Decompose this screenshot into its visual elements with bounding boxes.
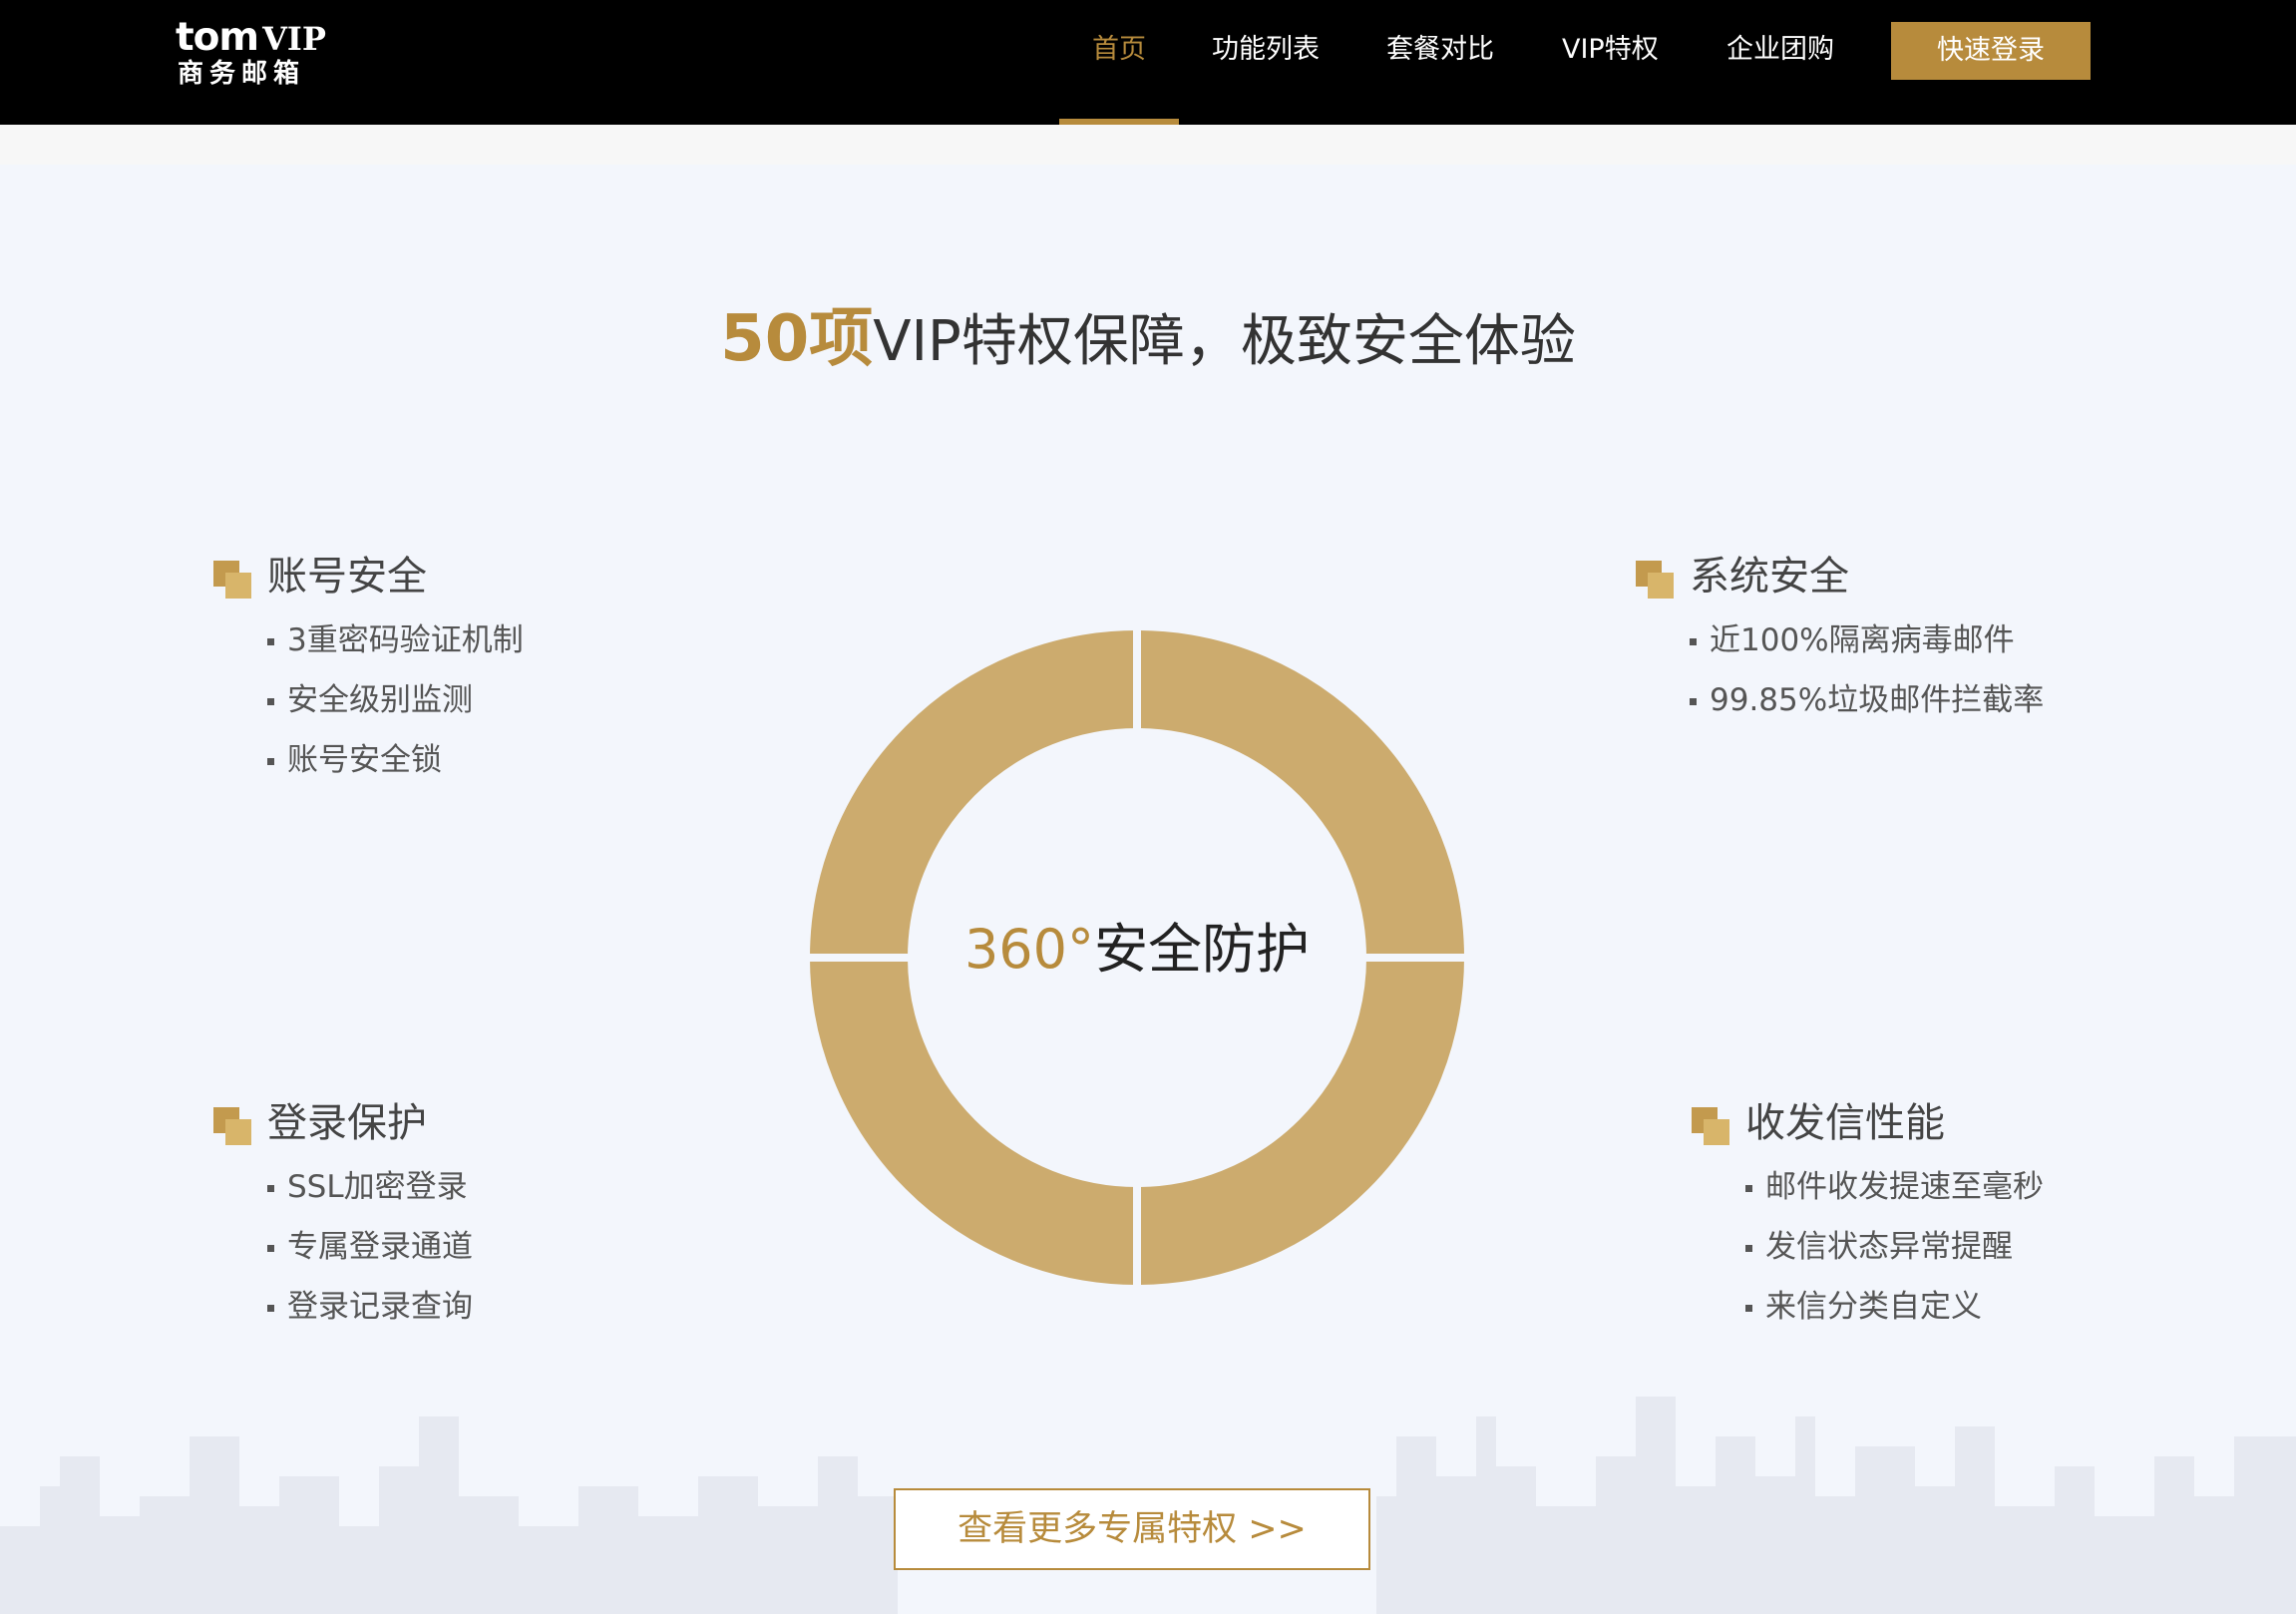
feature-login-protection: 登录保护 SSL加密登录 专属登录通道 登录记录查询 — [213, 1093, 473, 1337]
nav-feature-list[interactable]: 功能列表 — [1212, 0, 1320, 100]
logo-vip: VIP — [262, 20, 326, 58]
feature-account-security: 账号安全 3重密码验证机制 安全级别监测 账号安全锁 — [213, 547, 524, 790]
nav-plan-compare[interactable]: 套餐对比 — [1386, 0, 1494, 100]
feature-mail-performance: 收发信性能 邮件收发提速至毫秒 发信状态异常提醒 来信分类自定义 — [1692, 1093, 2044, 1337]
feature-title: 系统安全 — [1690, 554, 1849, 600]
feature-heading: 账号安全 — [213, 547, 524, 606]
nav-enterprise-group[interactable]: 企业团购 — [1726, 0, 1834, 100]
list-item: 近100%隔离病毒邮件 — [1690, 610, 2044, 670]
feature-title: 账号安全 — [267, 554, 427, 600]
stacked-squares-icon — [213, 561, 251, 599]
stacked-squares-icon — [1692, 1107, 1729, 1145]
list-item: 账号安全锁 — [267, 730, 524, 790]
list-item: 99.85%垃圾邮件拦截率 — [1690, 670, 2044, 730]
list-item: 来信分类自定义 — [1745, 1277, 2044, 1337]
list-item: 专属登录通道 — [267, 1217, 473, 1277]
list-item: 发信状态异常提醒 — [1745, 1217, 2044, 1277]
title-accent: 50项 — [720, 302, 874, 376]
quick-login-button[interactable]: 快速登录 — [1891, 22, 2091, 80]
feature-list: 3重密码验证机制 安全级别监测 账号安全锁 — [267, 610, 524, 790]
feature-title: 收发信性能 — [1745, 1100, 1945, 1146]
feature-heading: 登录保护 — [213, 1093, 473, 1153]
logo-subtitle: 商务邮箱 — [178, 59, 306, 89]
list-item: 3重密码验证机制 — [267, 610, 524, 670]
feature-list: 近100%隔离病毒邮件 99.85%垃圾邮件拦截率 — [1690, 610, 2044, 730]
feature-heading: 收发信性能 — [1692, 1093, 2044, 1153]
section-title: 50项VIP特权保障，极致安全体验 — [0, 299, 2296, 382]
feature-list: SSL加密登录 专属登录通道 登录记录查询 — [267, 1157, 473, 1337]
stacked-squares-icon — [213, 1107, 251, 1145]
ring-degree: 360° — [963, 918, 1095, 981]
list-item: 安全级别监测 — [267, 670, 524, 730]
feature-list: 邮件收发提速至毫秒 发信状态异常提醒 来信分类自定义 — [1745, 1157, 2044, 1337]
list-item: SSL加密登录 — [267, 1157, 473, 1217]
feature-heading: 系统安全 — [1636, 547, 2044, 606]
stacked-squares-icon — [1636, 561, 1674, 599]
list-item: 邮件收发提速至毫秒 — [1745, 1157, 2044, 1217]
ring-center-label: 360°安全防护 — [798, 910, 1476, 990]
title-text: VIP特权保障，极致安全体验 — [873, 309, 1576, 374]
ring-text: 安全防护 — [1094, 918, 1311, 981]
feature-system-security: 系统安全 近100%隔离病毒邮件 99.85%垃圾邮件拦截率 — [1636, 547, 2044, 730]
logo-brand: tom — [176, 15, 259, 60]
nav-shadow-band — [0, 125, 2296, 165]
feature-title: 登录保护 — [267, 1100, 427, 1146]
tom-vip-logo[interactable]: tom VIP 商务邮箱 — [176, 16, 335, 90]
nav-vip-privileges[interactable]: VIP特权 — [1562, 0, 1659, 100]
list-item: 登录记录查询 — [267, 1277, 473, 1337]
top-nav-bar: tom VIP 商务邮箱 首页 功能列表 套餐对比 VIP特权 企业团购 快速登录 — [0, 0, 2296, 125]
view-more-privileges-button[interactable]: 查看更多专属特权 >> — [894, 1488, 1370, 1570]
nav-home[interactable]: 首页 — [1092, 0, 1146, 100]
